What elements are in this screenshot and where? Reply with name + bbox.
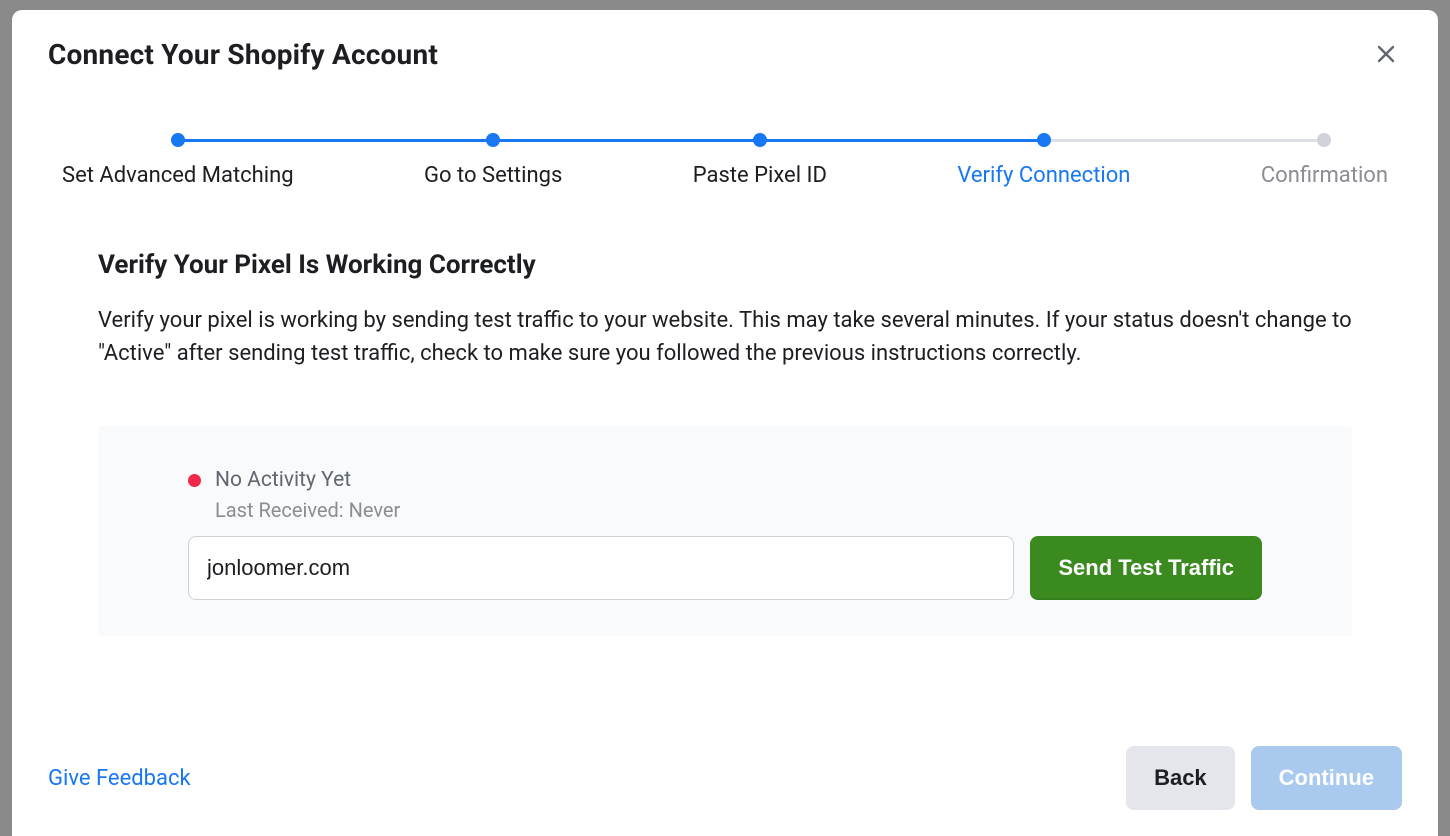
modal-header: Connect Your Shopify Account bbox=[48, 38, 1402, 71]
section-description: Verify your pixel is working by sending … bbox=[98, 304, 1352, 370]
step-dot-icon bbox=[171, 133, 185, 147]
continue-button[interactable]: Continue bbox=[1251, 746, 1402, 810]
modal-title: Connect Your Shopify Account bbox=[48, 38, 438, 71]
status-text: No Activity Yet bbox=[215, 468, 351, 492]
url-input[interactable] bbox=[188, 536, 1014, 600]
step-label: Confirmation bbox=[1261, 163, 1388, 188]
step-3: Paste Pixel ID bbox=[693, 133, 827, 188]
status-row: No Activity Yet bbox=[188, 468, 1262, 492]
step-dot-icon bbox=[1037, 133, 1051, 147]
step-5: Confirmation bbox=[1261, 133, 1388, 188]
step-2: Go to Settings bbox=[424, 133, 562, 188]
input-row: Send Test Traffic bbox=[188, 536, 1262, 600]
step-label: Go to Settings bbox=[424, 163, 562, 188]
status-subtext: Last Received: Never bbox=[215, 498, 1262, 522]
give-feedback-link[interactable]: Give Feedback bbox=[48, 766, 191, 791]
step-4: Verify Connection bbox=[957, 133, 1130, 188]
test-traffic-panel: No Activity Yet Last Received: Never Sen… bbox=[98, 426, 1352, 636]
footer: Give Feedback Back Continue bbox=[48, 746, 1402, 836]
content: Verify Your Pixel Is Working Correctly V… bbox=[48, 188, 1402, 746]
status-dot-icon bbox=[188, 474, 201, 487]
back-button[interactable]: Back bbox=[1126, 746, 1235, 810]
step-label: Verify Connection bbox=[957, 163, 1130, 188]
step-label: Set Advanced Matching bbox=[62, 163, 294, 188]
section-title: Verify Your Pixel Is Working Correctly bbox=[98, 250, 1352, 280]
step-1: Set Advanced Matching bbox=[62, 133, 294, 188]
step-dot-icon bbox=[486, 133, 500, 147]
send-test-traffic-button[interactable]: Send Test Traffic bbox=[1030, 536, 1262, 600]
step-dot-icon bbox=[753, 133, 767, 147]
step-dot-icon bbox=[1317, 133, 1331, 147]
footer-actions: Back Continue bbox=[1126, 746, 1402, 810]
stepper: Set Advanced Matching Go to Settings Paste… bbox=[48, 71, 1402, 188]
close-icon[interactable] bbox=[1370, 38, 1402, 70]
modal: Connect Your Shopify Account Set Advance… bbox=[12, 10, 1438, 836]
step-label: Paste Pixel ID bbox=[693, 163, 827, 188]
